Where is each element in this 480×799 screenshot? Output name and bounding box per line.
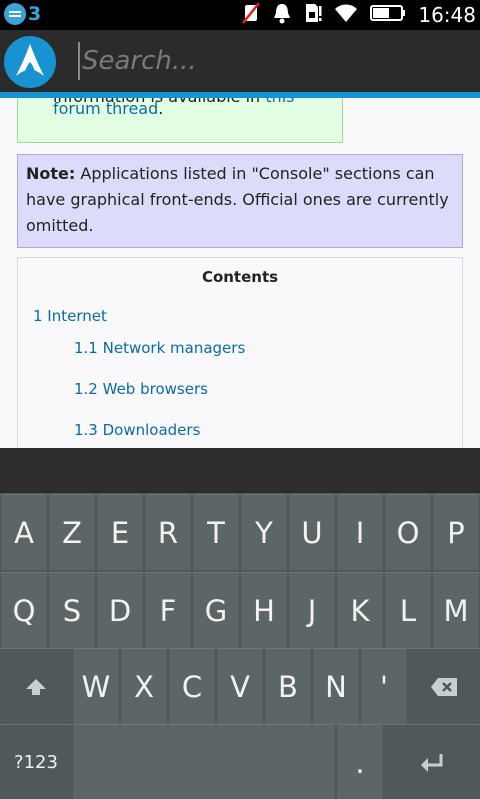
note-label: Note:: [26, 164, 76, 183]
toc-item-downloaders[interactable]: 1.3 Downloaders: [74, 421, 200, 439]
key-c[interactable]: C: [169, 648, 215, 724]
status-bar: 3 16:48: [0, 0, 480, 30]
enter-key[interactable]: [385, 724, 479, 799]
bell-icon: [272, 2, 292, 28]
tip-box: information is available in this forum t…: [17, 98, 343, 143]
key-g[interactable]: G: [193, 572, 239, 648]
toc-item-network-managers[interactable]: 1.1 Network managers: [74, 339, 245, 357]
key-j[interactable]: J: [289, 572, 335, 648]
key-q[interactable]: Q: [1, 572, 47, 648]
tip-line-2: forum thread.: [53, 98, 163, 122]
key-s[interactable]: S: [49, 572, 95, 648]
enter-arrow-icon: [421, 753, 443, 772]
key-z[interactable]: Z: [49, 494, 95, 570]
key-t[interactable]: T: [193, 494, 239, 570]
symbols-key[interactable]: ?123: [1, 724, 71, 799]
key-u[interactable]: U: [289, 494, 335, 570]
forum-thread-link[interactable]: forum thread: [53, 99, 158, 118]
arch-logo-icon: [16, 44, 44, 76]
notification-indicator[interactable]: 3: [4, 3, 41, 25]
note-text: Applications listed in "Console" section…: [26, 164, 449, 235]
virtual-keyboard: A Z E R T Y U I O P Q S D F G H J K L M …: [0, 493, 480, 799]
backspace-icon: [431, 677, 457, 696]
wiki-page-content: information is available in this forum t…: [0, 98, 480, 448]
key-h[interactable]: H: [241, 572, 287, 648]
space-key[interactable]: [73, 724, 335, 799]
search-input[interactable]: [78, 42, 468, 80]
notification-count: 3: [28, 3, 42, 25]
arch-linux-logo[interactable]: [4, 36, 56, 88]
key-a[interactable]: A: [1, 494, 47, 570]
key-n[interactable]: N: [313, 648, 359, 724]
clock: 16:48: [418, 3, 476, 27]
key-l[interactable]: L: [385, 572, 431, 648]
key-m[interactable]: M: [433, 572, 479, 648]
key-k[interactable]: K: [337, 572, 383, 648]
key-w[interactable]: W: [73, 648, 119, 724]
toc-item-internet[interactable]: 1 Internet: [33, 307, 107, 325]
tip-suffix: .: [158, 99, 164, 118]
period-key[interactable]: .: [337, 724, 383, 799]
key-r[interactable]: R: [145, 494, 191, 570]
battery-icon: [370, 4, 406, 26]
shift-arrow-icon: [26, 678, 46, 695]
key-p[interactable]: P: [433, 494, 479, 570]
toc-item-web-browsers[interactable]: 1.2 Web browsers: [74, 380, 208, 398]
toc-title: Contents: [201, 268, 279, 286]
message-icon: [4, 3, 26, 25]
browser-toolbar: [0, 30, 480, 92]
key-b[interactable]: B: [265, 648, 311, 724]
tip-link-this[interactable]: this: [265, 98, 294, 106]
key-d[interactable]: D: [97, 572, 143, 648]
note-box: Note: Applications listed in "Console" s…: [17, 154, 463, 248]
shift-key[interactable]: [1, 648, 71, 724]
wifi-icon: [334, 3, 358, 27]
key-y[interactable]: Y: [241, 494, 287, 570]
key-v[interactable]: V: [217, 648, 263, 724]
key-apostrophe[interactable]: ': [361, 648, 407, 724]
key-f[interactable]: F: [145, 572, 191, 648]
table-of-contents: Contents 1 Internet 1.1 Network managers…: [17, 257, 463, 448]
backspace-key[interactable]: [409, 648, 479, 724]
vibrate-off-icon: [242, 2, 261, 28]
key-o[interactable]: O: [385, 494, 431, 570]
key-i[interactable]: I: [337, 494, 383, 570]
sim-card-icon: [304, 2, 322, 28]
key-x[interactable]: X: [121, 648, 167, 724]
key-e[interactable]: E: [97, 494, 143, 570]
keyboard-top-strip: [0, 448, 480, 493]
